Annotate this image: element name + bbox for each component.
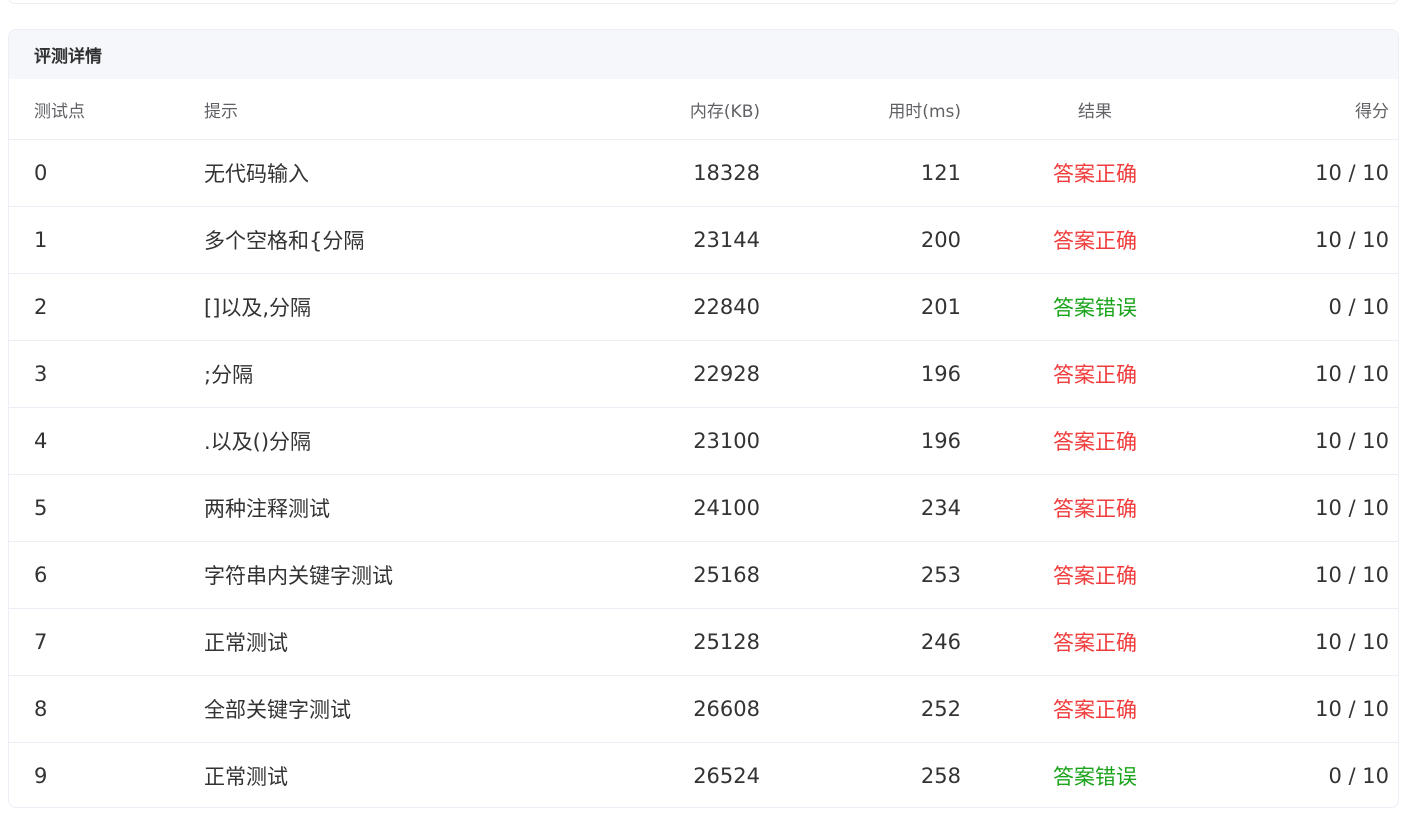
test-hint: ;分隔 [204,363,254,387]
table-row: 3 ;分隔 22928 196 答案正确 10 / 10 [9,341,1398,408]
memory-value: 23144 [693,228,760,252]
result-status: 答案正确 [1053,631,1137,655]
result-status: 答案正确 [1053,564,1137,588]
memory-value: 22840 [693,295,760,319]
memory-value: 26524 [693,764,760,788]
score-value: 10 / 10 [1315,161,1389,185]
test-point-id: 4 [34,429,48,453]
test-hint: 两种注释测试 [204,497,330,521]
header-test-point: 测试点 [34,101,85,122]
memory-value: 18328 [693,161,760,185]
test-hint: 无代码输入 [204,162,309,186]
table-row: 5 两种注释测试 24100 234 答案正确 10 / 10 [9,475,1398,542]
result-status: 答案正确 [1053,229,1137,253]
test-hint: 字符串内关键字测试 [204,564,393,588]
table-row: 6 字符串内关键字测试 25168 253 答案正确 10 / 10 [9,542,1398,609]
test-point-id: 0 [34,161,48,185]
memory-value: 26608 [693,697,760,721]
time-value: 234 [920,496,961,520]
time-value: 196 [920,429,961,453]
test-point-id: 6 [34,563,48,587]
test-hint: []以及,分隔 [204,296,312,320]
test-point-id: 7 [34,630,48,654]
test-point-id: 8 [34,697,48,721]
table-row: 8 全部关键字测试 26608 252 答案正确 10 / 10 [9,676,1398,743]
time-value: 200 [920,228,961,252]
score-value: 10 / 10 [1315,362,1389,386]
time-value: 246 [920,630,961,654]
memory-value: 25168 [693,563,760,587]
score-value: 10 / 10 [1315,496,1389,520]
score-value: 10 / 10 [1315,697,1389,721]
header-result: 结果 [1078,101,1112,122]
time-value: 196 [920,362,961,386]
test-hint: .以及()分隔 [204,430,312,454]
memory-value: 24100 [693,496,760,520]
result-status: 答案错误 [1053,765,1137,789]
test-point-id: 3 [34,362,48,386]
previous-card-edge [8,0,1399,4]
score-value: 0 / 10 [1328,295,1389,319]
header-hint: 提示 [204,101,238,122]
table-body: 0 无代码输入 18328 121 答案正确 10 / 10 1 多个空格和{分隔 23144 2… [9,140,1398,807]
memory-value: 22928 [693,362,760,386]
table-row: 9 正常测试 26524 258 答案错误 0 / 10 [9,743,1398,807]
time-value: 253 [920,563,961,587]
judge-details-panel: 评测详情 测试点 提示 内存(KB) 用时(ms) 结果 得分 0 无代码输入 18… [8,29,1399,808]
panel-title: 评测详情 [9,30,1398,79]
result-status: 答案正确 [1053,497,1137,521]
score-value: 10 / 10 [1315,630,1389,654]
score-value: 10 / 10 [1315,228,1389,252]
test-point-id: 5 [34,496,48,520]
test-point-id: 2 [34,295,48,319]
score-value: 10 / 10 [1315,563,1389,587]
header-score: 得分 [1355,101,1389,122]
table-row: 1 多个空格和{分隔 23144 200 答案正确 10 / 10 [9,207,1398,274]
table-header: 测试点 提示 内存(KB) 用时(ms) 结果 得分 [9,79,1398,140]
time-value: 252 [920,697,961,721]
memory-value: 25128 [693,630,760,654]
score-value: 10 / 10 [1315,429,1389,453]
table-row: 7 正常测试 25128 246 答案正确 10 / 10 [9,609,1398,676]
header-time: 用时(ms) [888,101,961,122]
time-value: 258 [920,764,961,788]
score-value: 0 / 10 [1328,764,1389,788]
result-status: 答案正确 [1053,363,1137,387]
memory-value: 23100 [693,429,760,453]
result-status: 答案错误 [1053,296,1137,320]
test-hint: 全部关键字测试 [204,698,351,722]
result-status: 答案正确 [1053,430,1137,454]
time-value: 121 [920,161,961,185]
table-row: 0 无代码输入 18328 121 答案正确 10 / 10 [9,140,1398,207]
test-point-id: 1 [34,228,48,252]
test-hint: 正常测试 [204,631,288,655]
test-hint: 多个空格和{分隔 [204,229,365,253]
table-row: 4 .以及()分隔 23100 196 答案正确 10 / 10 [9,408,1398,475]
header-memory: 内存(KB) [689,101,760,122]
result-status: 答案正确 [1053,162,1137,186]
time-value: 201 [920,295,961,319]
test-point-id: 9 [34,764,48,788]
table-row: 2 []以及,分隔 22840 201 答案错误 0 / 10 [9,274,1398,341]
result-status: 答案正确 [1053,698,1137,722]
test-hint: 正常测试 [204,765,288,789]
